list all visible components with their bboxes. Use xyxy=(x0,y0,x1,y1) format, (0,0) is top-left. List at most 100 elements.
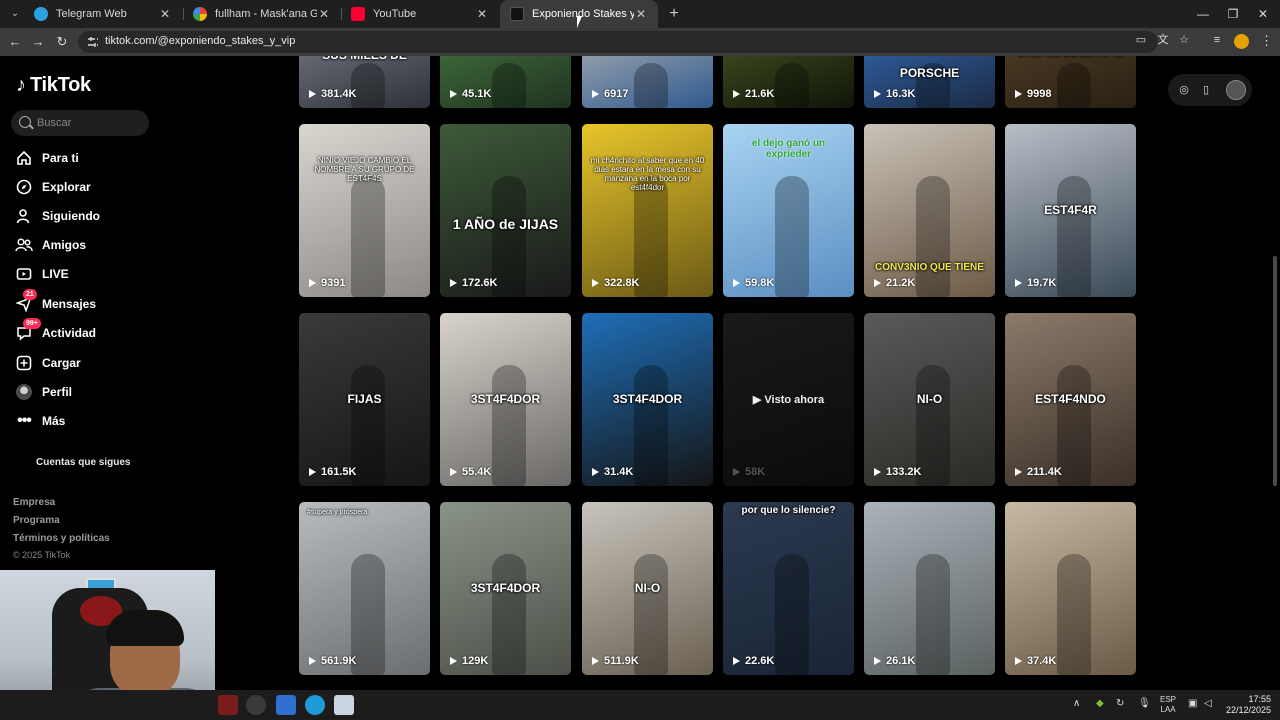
nav-label: Para ti xyxy=(42,151,79,165)
tiktok-note-icon: ♪ xyxy=(16,74,26,96)
taskbar-notepad-icon[interactable] xyxy=(276,695,296,715)
video-card[interactable]: FIJAS 161.5K xyxy=(299,313,430,486)
maximize-button[interactable]: ❐ xyxy=(1218,0,1248,28)
video-card[interactable]: #supera y próspera 561.9K xyxy=(299,502,430,675)
nav-perfil[interactable]: Perfil xyxy=(14,382,72,402)
search-placeholder: Buscar xyxy=(37,117,72,129)
video-card[interactable]: SUS MILES DE 381.4K xyxy=(299,56,430,108)
tab-telegram[interactable]: Telegram Web ✕ xyxy=(24,0,182,28)
video-caption: SUS MILES DE xyxy=(299,56,430,62)
video-card[interactable]: GRUPOS DE EST4F4S 9998 xyxy=(1005,56,1136,108)
video-card[interactable]: NI-O 511.9K xyxy=(582,502,713,675)
taskbar-record-icon[interactable] xyxy=(246,695,266,715)
view-count-value: 511.9K xyxy=(604,655,639,667)
view-count-value: 59.8K xyxy=(745,277,775,289)
video-card[interactable]: 21.6K xyxy=(723,56,854,108)
url-bar[interactable]: tiktok.com/@exponiendo_stakes_y_vip xyxy=(78,31,1158,53)
language-indicator[interactable]: ESP LAA xyxy=(1160,695,1176,715)
volume-icon[interactable]: ◁ xyxy=(1204,698,1212,709)
close-window-button[interactable]: ✕ xyxy=(1248,0,1278,28)
nav-label: Perfil xyxy=(42,385,73,399)
nav-para-ti[interactable]: Para ti xyxy=(14,148,79,168)
video-card[interactable]: mi ch4nchito al saber que en 40 dias est… xyxy=(582,124,713,297)
site-info-icon[interactable] xyxy=(87,36,99,48)
new-tab-button[interactable]: + xyxy=(664,4,684,24)
video-figure xyxy=(351,364,386,486)
video-card[interactable]: CONV3NIO QUE TIENE 21.2K xyxy=(864,124,995,297)
friends-icon xyxy=(14,235,34,255)
tray-overflow-icon[interactable]: ∧ xyxy=(1073,698,1080,709)
system-clock[interactable]: 17:55 22/12/2025 xyxy=(1225,694,1271,716)
play-icon xyxy=(1015,468,1022,476)
video-caption: GRUPOS DE EST4F4S xyxy=(1005,56,1136,59)
microphone-icon[interactable]: 🎙 xyxy=(1138,698,1151,709)
coin-icon[interactable]: ◎ xyxy=(1176,82,1192,98)
close-tab-icon[interactable]: ✕ xyxy=(475,7,489,21)
search-input[interactable]: Buscar xyxy=(11,110,149,136)
video-card[interactable]: NINIO VIEJO CAMBIO EL NOMBRE A SU GRUPO … xyxy=(299,124,430,297)
video-card[interactable]: por que lo silencie? 22.6K xyxy=(723,502,854,675)
nav-cargar[interactable]: Cargar xyxy=(14,353,81,373)
close-tab-icon[interactable]: ✕ xyxy=(634,7,648,21)
video-figure xyxy=(916,553,951,675)
view-count: 381.4K xyxy=(309,88,356,100)
tab-search-button[interactable]: ⌄ xyxy=(6,5,24,23)
tray-sync-icon[interactable]: ↻ xyxy=(1116,698,1124,709)
video-card[interactable]: 1 AÑO de JIJAS 172.6K xyxy=(440,124,571,297)
footer-link-empresa[interactable]: Empresa xyxy=(13,497,55,508)
video-card[interactable]: 3ST4F4DOR 129K xyxy=(440,502,571,675)
footer-link-terminos[interactable]: Términos y políticas xyxy=(13,533,110,544)
nav-actividad[interactable]: 99+ Actividad xyxy=(14,318,96,343)
video-card[interactable]: 3ST4F4DOR 55.4K xyxy=(440,313,571,486)
nav-amigos[interactable]: Amigos xyxy=(14,235,86,255)
tab-groups-icon[interactable]: ≡ xyxy=(1210,33,1224,47)
video-caption: 3ST4F4DOR xyxy=(470,581,541,595)
video-card[interactable]: EST4F4NDO 211.4K xyxy=(1005,313,1136,486)
minimize-button[interactable]: — xyxy=(1188,0,1218,28)
browser-profile-avatar[interactable] xyxy=(1234,34,1249,49)
footer-link-programa[interactable]: Programa xyxy=(13,515,60,526)
page-scrollbar[interactable] xyxy=(1272,60,1278,682)
video-card[interactable]: 26.1K xyxy=(864,502,995,675)
tray-app-icon[interactable]: ◆ xyxy=(1096,698,1104,709)
play-icon xyxy=(309,657,316,665)
video-card[interactable]: el dejo ganó un exprieder 59.8K xyxy=(723,124,854,297)
cast-icon[interactable]: ▭ xyxy=(1134,33,1148,47)
forward-button[interactable]: → xyxy=(29,33,47,51)
translate-icon[interactable]: 文 xyxy=(1156,33,1170,47)
video-card[interactable]: 3ST4F4DOR 31.4K xyxy=(582,313,713,486)
nav-mensajes[interactable]: 21 Mensajes xyxy=(14,289,96,314)
view-count-value: 19.7K xyxy=(1027,277,1057,289)
tiktok-logo[interactable]: ♪ TikTok xyxy=(16,74,91,97)
video-card[interactable]: 45.1K xyxy=(440,56,571,108)
browser-menu-icon[interactable]: ⋮ xyxy=(1260,33,1273,49)
tab-youtube[interactable]: YouTube ✕ xyxy=(341,0,499,28)
video-card[interactable]: 6917 xyxy=(582,56,713,108)
taskbar-calculator-icon[interactable] xyxy=(334,695,354,715)
video-card[interactable]: ▶ Visto ahora 58K xyxy=(723,313,854,486)
nav-explorar[interactable]: Explorar xyxy=(14,177,91,197)
tab-google[interactable]: fullham - Mask'ana Google ✕ xyxy=(183,0,341,28)
view-count-value: 21.6K xyxy=(745,88,775,100)
video-card[interactable]: 37.4K xyxy=(1005,502,1136,675)
reload-button[interactable]: ↻ xyxy=(53,33,71,51)
video-card[interactable]: NI-O 133.2K xyxy=(864,313,995,486)
following-accounts-link[interactable]: Cuentas que sigues xyxy=(36,457,130,468)
view-count-value: 561.9K xyxy=(321,655,357,667)
nav-siguiendo[interactable]: Siguiendo xyxy=(14,206,100,226)
video-card[interactable]: PORSCHE 16.3K xyxy=(864,56,995,108)
nav-mas[interactable]: ••• Más xyxy=(14,411,65,431)
close-tab-icon[interactable]: ✕ xyxy=(317,7,331,21)
back-button[interactable]: ← xyxy=(6,33,24,51)
device-icon[interactable]: ▯ xyxy=(1198,82,1214,98)
taskbar-app-red-icon[interactable] xyxy=(218,695,238,715)
network-icon[interactable]: ▣ xyxy=(1188,698,1197,709)
nav-live[interactable]: LIVE xyxy=(14,264,69,284)
user-avatar[interactable] xyxy=(1226,80,1246,100)
scrollbar-thumb[interactable] xyxy=(1273,256,1277,486)
video-card[interactable]: EST4F4R 19.7K xyxy=(1005,124,1136,297)
close-tab-icon[interactable]: ✕ xyxy=(158,7,172,21)
taskbar-browser-icon[interactable] xyxy=(305,695,325,715)
view-count-value: 6917 xyxy=(604,88,629,100)
bookmark-star-icon[interactable]: ☆ xyxy=(1177,33,1191,47)
